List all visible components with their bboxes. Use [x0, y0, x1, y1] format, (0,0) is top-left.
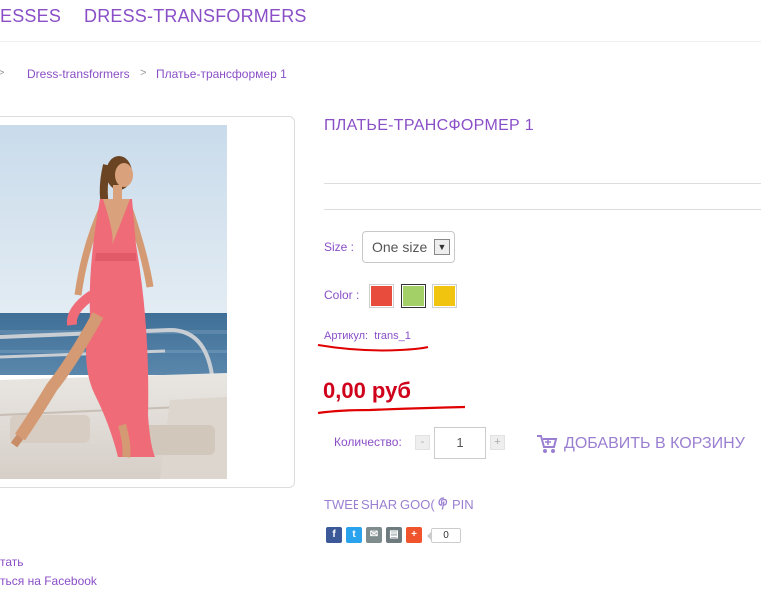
quantity-label: Количество:: [334, 435, 402, 449]
size-select[interactable]: One size ▼: [362, 231, 455, 263]
size-select-value: One size: [372, 239, 428, 255]
sku-line: Артикул: trans_1: [324, 330, 411, 342]
breadcrumb-separator: >: [140, 67, 147, 79]
color-swatch-green[interactable]: [401, 284, 426, 308]
nav-item-dress-transformers[interactable]: DRESS-TRANSFORMERS: [84, 6, 307, 27]
product-image[interactable]: [0, 125, 227, 479]
quantity-increase-button[interactable]: +: [490, 435, 505, 450]
facebook-share-link[interactable]: ться на Facebook: [0, 574, 97, 588]
details-divider: [324, 209, 761, 210]
sku-label: Артикул:: [324, 330, 369, 342]
tweet-link[interactable]: TWEE: [324, 497, 358, 512]
pinterest-icon[interactable]: [438, 497, 450, 511]
facebook-icon[interactable]: f: [326, 527, 342, 543]
price-underline-annotation: [317, 405, 466, 415]
product-title: ПЛАТЬЕ-ТРАНСФОРМЕР 1: [324, 117, 534, 134]
breadcrumb-dress-transformers[interactable]: Dress-transformers: [27, 67, 130, 81]
quantity-decrease-button[interactable]: -: [415, 435, 430, 450]
color-label: Color :: [324, 288, 360, 302]
color-swatch-yellow[interactable]: [432, 284, 457, 308]
breadcrumb-current: Платье-трансформер 1: [156, 67, 287, 81]
email-icon[interactable]: ✉: [366, 527, 382, 543]
chevron-down-icon: ▼: [434, 239, 450, 255]
cart-icon: [537, 435, 558, 453]
product-price: 0,00 руб: [323, 378, 411, 403]
breadcrumb-separator: >: [0, 67, 5, 79]
addthis-plus-icon[interactable]: +: [406, 527, 422, 543]
nav-divider: [0, 41, 761, 42]
twitter-icon[interactable]: t: [346, 527, 362, 543]
google-plus-link[interactable]: GOO(: [400, 497, 436, 512]
size-label: Size :: [324, 240, 355, 254]
share-counter: 0: [427, 528, 461, 543]
sku-underline-annotation: [317, 344, 429, 352]
nav-item-dresses[interactable]: ESSES: [0, 6, 61, 27]
title-divider: [324, 183, 761, 184]
add-to-cart-label: ДОБАВИТЬ В КОРЗИНУ: [564, 435, 745, 452]
sku-value: trans_1: [374, 330, 411, 342]
share-link[interactable]: SHAR: [361, 497, 397, 512]
quantity-input[interactable]: 1: [434, 427, 486, 459]
color-swatch-red[interactable]: [369, 284, 394, 308]
print-link[interactable]: тать: [0, 555, 24, 569]
pin-link[interactable]: PIN: [452, 497, 474, 512]
print-icon[interactable]: ▤: [386, 527, 402, 543]
